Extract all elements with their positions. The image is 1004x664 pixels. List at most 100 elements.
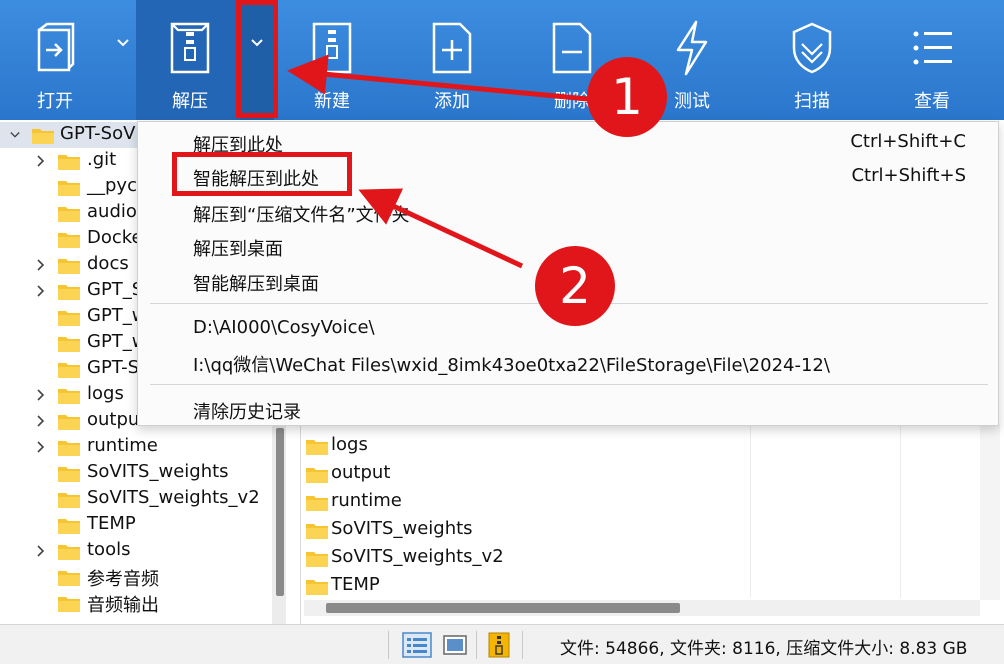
- open-dropdown-button[interactable]: [110, 0, 136, 120]
- tree-item-label: TEMP: [87, 513, 136, 534]
- chevron-down-icon: [117, 39, 129, 47]
- chevron-right-icon[interactable]: [36, 389, 46, 401]
- menu-item-recent-path[interactable]: D:\AI000\CosyVoice\: [193, 317, 375, 338]
- menu-item-smart-extract-to-desktop[interactable]: 智能解压到桌面: [193, 270, 319, 296]
- folder-icon: [58, 207, 80, 222]
- folder-icon: [306, 580, 328, 595]
- chevron-right-icon[interactable]: [36, 441, 46, 453]
- add-button[interactable]: 添加: [396, 0, 508, 120]
- tree-item-label: outpu: [87, 409, 140, 430]
- step-badge-1: 1: [587, 57, 667, 137]
- tree-item-label: 音频输出: [87, 595, 159, 616]
- toolbar: 打开 解压 新建 添加 删除 测试 扫描 查看: [0, 0, 1004, 120]
- tree-item[interactable]: SoVITS_weights_v2: [0, 486, 290, 512]
- tree-item-label: SoVITS_weights_v2: [87, 487, 260, 508]
- open-label: 打开: [37, 91, 73, 112]
- folder-icon: [58, 337, 80, 352]
- tree-item-label: tools: [87, 539, 131, 560]
- file-name: TEMP: [331, 574, 380, 595]
- scan-label: 扫描: [794, 91, 830, 112]
- tree-item-label: docs: [87, 253, 129, 274]
- delete-file-icon: [552, 22, 592, 74]
- tree-item[interactable]: TEMP: [0, 512, 290, 538]
- new-archive-icon: [312, 22, 352, 74]
- extract-label: 解压: [172, 91, 208, 112]
- tree-item[interactable]: SoVITS_weights: [0, 460, 290, 486]
- app-window: 打开 解压 新建 添加 删除 测试 扫描 查看 GPT-SoV .git __p…: [0, 0, 1004, 664]
- column-divider: [750, 424, 751, 598]
- tree-scrollbar-thumb[interactable]: [276, 428, 284, 596]
- file-name: SoVITS_weights_v2: [331, 546, 504, 567]
- tree-item-label: audio: [87, 201, 137, 222]
- tree-item-label: GPT-SoV: [60, 123, 136, 144]
- step-badge-2: 2: [535, 246, 615, 326]
- highlight-box: [236, 0, 278, 118]
- folder-icon: [58, 493, 80, 508]
- chevron-down-icon[interactable]: [10, 129, 20, 141]
- menu-item-recent-path[interactable]: I:\qq微信\WeChat Files\wxid_8imk43oe0txa22…: [193, 351, 830, 377]
- folder-icon: [306, 468, 328, 483]
- chevron-right-icon[interactable]: [36, 545, 46, 557]
- folder-icon: [306, 440, 328, 455]
- folder-icon: [58, 259, 80, 274]
- tree-item-label: GPT-S: [87, 357, 140, 378]
- status-divider: [388, 631, 389, 659]
- folder-icon: [58, 285, 80, 300]
- file-name: runtime: [331, 490, 402, 511]
- scan-button[interactable]: 扫描: [756, 0, 868, 120]
- shield-icon: [792, 22, 832, 74]
- tree-item-label: runtime: [87, 435, 158, 456]
- tree-item[interactable]: runtime: [0, 434, 290, 460]
- view-label: 查看: [914, 91, 950, 112]
- tree-item-label: GPT_S: [87, 279, 144, 300]
- thumbnail-view-icon[interactable]: [440, 632, 470, 658]
- file-name: output: [331, 462, 391, 483]
- tree-item[interactable]: 参考音频: [0, 564, 290, 590]
- tree-item-label: SoVITS_weights: [87, 461, 229, 482]
- menu-separator: [150, 384, 988, 385]
- tree-item-label: .git: [87, 149, 117, 170]
- lightning-icon: [676, 20, 708, 76]
- extract-button[interactable]: 解压: [136, 0, 244, 120]
- new-label: 新建: [314, 91, 350, 112]
- archive-info-icon[interactable]: [484, 632, 514, 658]
- folder-icon: [58, 597, 80, 612]
- status-bar: 文件: 54866, 文件夹: 8116, 压缩文件大小: 8.83 GB: [0, 624, 1004, 664]
- file-list-scrollbar[interactable]: [980, 424, 1000, 600]
- tree-item-label: Docke: [87, 227, 143, 248]
- folder-icon: [58, 441, 80, 456]
- tree-item[interactable]: tools: [0, 538, 290, 564]
- folder-icon: [58, 233, 80, 248]
- menu-item-extract-to-desktop[interactable]: 解压到桌面: [193, 235, 283, 261]
- chevron-right-icon[interactable]: [36, 415, 46, 427]
- file-name: SoVITS_weights: [331, 518, 473, 539]
- shortcut-label: Ctrl+Shift+S: [851, 165, 966, 186]
- horizontal-scrollbar-thumb[interactable]: [326, 603, 680, 613]
- folder-icon: [58, 571, 80, 586]
- chevron-right-icon[interactable]: [36, 155, 46, 167]
- folder-icon: [58, 415, 80, 430]
- menu-item-extract-to-folder[interactable]: 解压到“压缩文件名”文件夹: [193, 201, 410, 227]
- folder-icon: [306, 524, 328, 539]
- folder-icon: [58, 467, 80, 482]
- folder-icon: [32, 129, 54, 144]
- status-divider: [522, 631, 523, 659]
- shortcut-label: Ctrl+Shift+C: [850, 131, 966, 152]
- folder-icon: [58, 311, 80, 326]
- chevron-right-icon[interactable]: [36, 259, 46, 271]
- zip-archive-icon: [170, 22, 210, 74]
- folder-icon: [306, 552, 328, 567]
- folder-icon: [58, 389, 80, 404]
- new-button[interactable]: 新建: [276, 0, 388, 120]
- menu-item-clear-history[interactable]: 清除历史记录: [193, 398, 301, 424]
- open-icon: [37, 22, 75, 72]
- folder-icon: [58, 155, 80, 170]
- details-view-icon[interactable]: [402, 632, 432, 658]
- highlight-box: [172, 152, 352, 196]
- tree-item[interactable]: 音频输出: [0, 590, 290, 616]
- open-button[interactable]: 打开: [0, 0, 110, 120]
- tree-item-label: logs: [87, 383, 124, 404]
- chevron-right-icon[interactable]: [36, 285, 46, 297]
- list-view-icon: [913, 31, 952, 65]
- view-button[interactable]: 查看: [876, 0, 988, 120]
